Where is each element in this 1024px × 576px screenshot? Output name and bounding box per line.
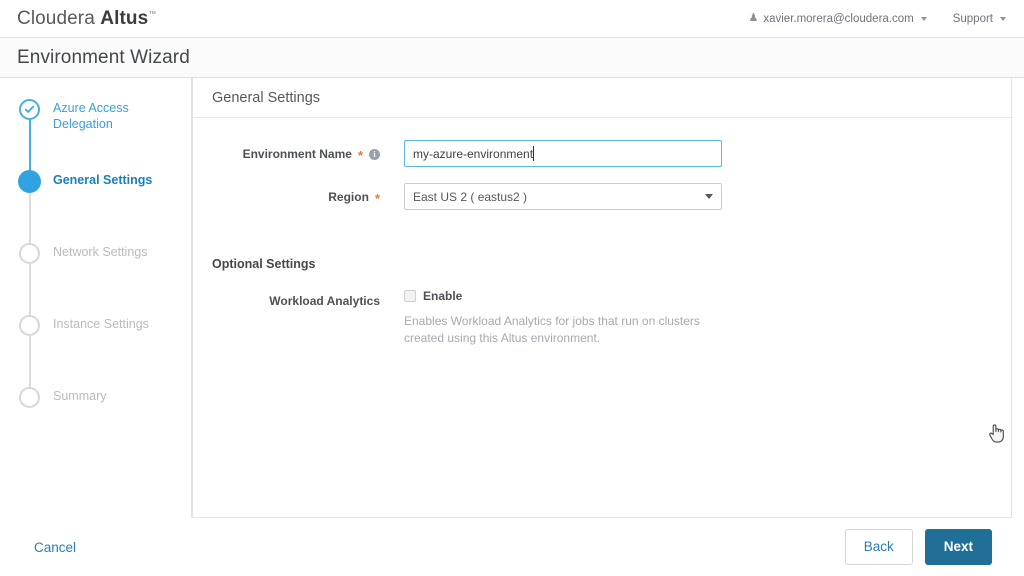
sidebar-step-general-settings[interactable]: General Settings [0,170,191,254]
step-pending-icon [19,387,40,408]
workload-analytics-label: Workload Analytics [269,294,380,308]
workload-analytics-label-group: Workload Analytics [193,287,380,308]
top-brand-bar: Cloudera Altus™ ♟ xavier.morera@cloudera… [0,0,1024,38]
workload-analytics-checkbox[interactable] [404,290,416,302]
step-marker-column [18,314,41,398]
sidebar-step-summary[interactable]: Summary [0,386,191,458]
form-row-workload-analytics: Workload Analytics Enable Enables Worklo… [193,287,1011,347]
user-account-menu[interactable]: ♟ xavier.morera@cloudera.com [748,12,927,25]
sidebar-step-label: Summary [53,389,107,403]
next-button[interactable]: Next [924,529,992,565]
panel-body: Environment Name * i Region [193,118,1011,517]
region-label-group: Region * [193,183,380,206]
step-pending-icon [19,315,40,336]
sidebar-step-azure-access-delegation[interactable]: Azure Access Delegation [0,98,191,182]
chevron-down-icon [705,194,713,199]
form-row-environment-name: Environment Name * i [193,140,1011,167]
check-icon [24,105,34,113]
sidebar-step-label: Network Settings [53,245,148,259]
back-button[interactable]: Back [844,529,913,565]
wizard-steps-panel: Azure Access Delegation General Settings… [0,78,192,518]
sidebar-step-label: Instance Settings [53,317,149,331]
environment-name-control [404,140,722,167]
user-icon: ♟ [748,12,759,24]
wizard-body: Azure Access Delegation General Settings… [0,78,1024,518]
trademark-symbol: ™ [148,9,157,19]
required-asterisk: * [357,147,363,163]
region-label: Region [328,190,369,204]
step-marker-column [18,242,41,326]
region-select[interactable]: East US 2 ( eastus2 ) [404,183,722,210]
cancel-link[interactable]: Cancel [34,540,76,555]
wizard-footer: Cancel Back Next [0,518,1024,576]
brand-name-product: Altus [100,7,149,29]
wizard-steps-list: Azure Access Delegation General Settings… [0,98,191,458]
panel-header: General Settings [193,78,1011,118]
step-complete-icon [19,99,40,120]
info-icon[interactable]: i [369,148,380,160]
form-row-region: Region * East US 2 ( eastus2 ) [193,183,1011,210]
step-pending-icon [19,243,40,264]
page-title-bar: Environment Wizard [0,38,1024,78]
step-marker-column [18,386,41,408]
footer-buttons: Back Next [844,529,992,565]
workload-analytics-control: Enable Enables Workload Analytics for jo… [404,287,729,347]
general-settings-panel: General Settings Environment Name * i my… [192,78,1012,518]
sidebar-step-label: General Settings [53,173,153,187]
cloudera-altus-logo[interactable]: Cloudera Altus™ [17,8,156,30]
environment-name-input[interactable] [404,140,722,167]
environment-name-input-shell [404,140,722,167]
region-selected-value: East US 2 ( eastus2 ) [413,189,528,204]
content-area: General Settings Environment Name * i my… [192,78,1024,518]
optional-settings-title: Optional Settings [212,257,316,271]
top-right-menu: ♟ xavier.morera@cloudera.com Support [748,13,1006,25]
workload-analytics-help-text: Enables Workload Analytics for jobs that… [404,314,700,345]
step-marker-column [18,170,41,254]
step-current-icon [18,170,41,193]
workload-analytics-checkbox-row[interactable]: Enable [404,287,729,305]
sidebar-step-label: Azure Access Delegation [53,101,129,131]
sidebar-step-instance-settings[interactable]: Instance Settings [0,314,191,398]
environment-name-label-group: Environment Name * i [193,140,380,163]
sidebar-step-network-settings[interactable]: Network Settings [0,242,191,326]
text-caret [533,146,534,161]
step-marker-column [18,98,41,182]
required-asterisk: * [374,190,380,206]
user-email-label: xavier.morera@cloudera.com [763,12,914,25]
workload-analytics-enable-label[interactable]: Enable [423,289,462,303]
panel-heading: General Settings [212,89,321,106]
page-title: Environment Wizard [17,46,190,68]
brand-name-primary: Cloudera [17,7,95,29]
region-control: East US 2 ( eastus2 ) [404,183,722,210]
chevron-down-icon [1000,16,1006,21]
environment-name-label: Environment Name [242,147,352,161]
chevron-down-icon [920,16,927,21]
support-menu[interactable]: Support [953,13,1006,25]
support-label: Support [952,12,993,25]
